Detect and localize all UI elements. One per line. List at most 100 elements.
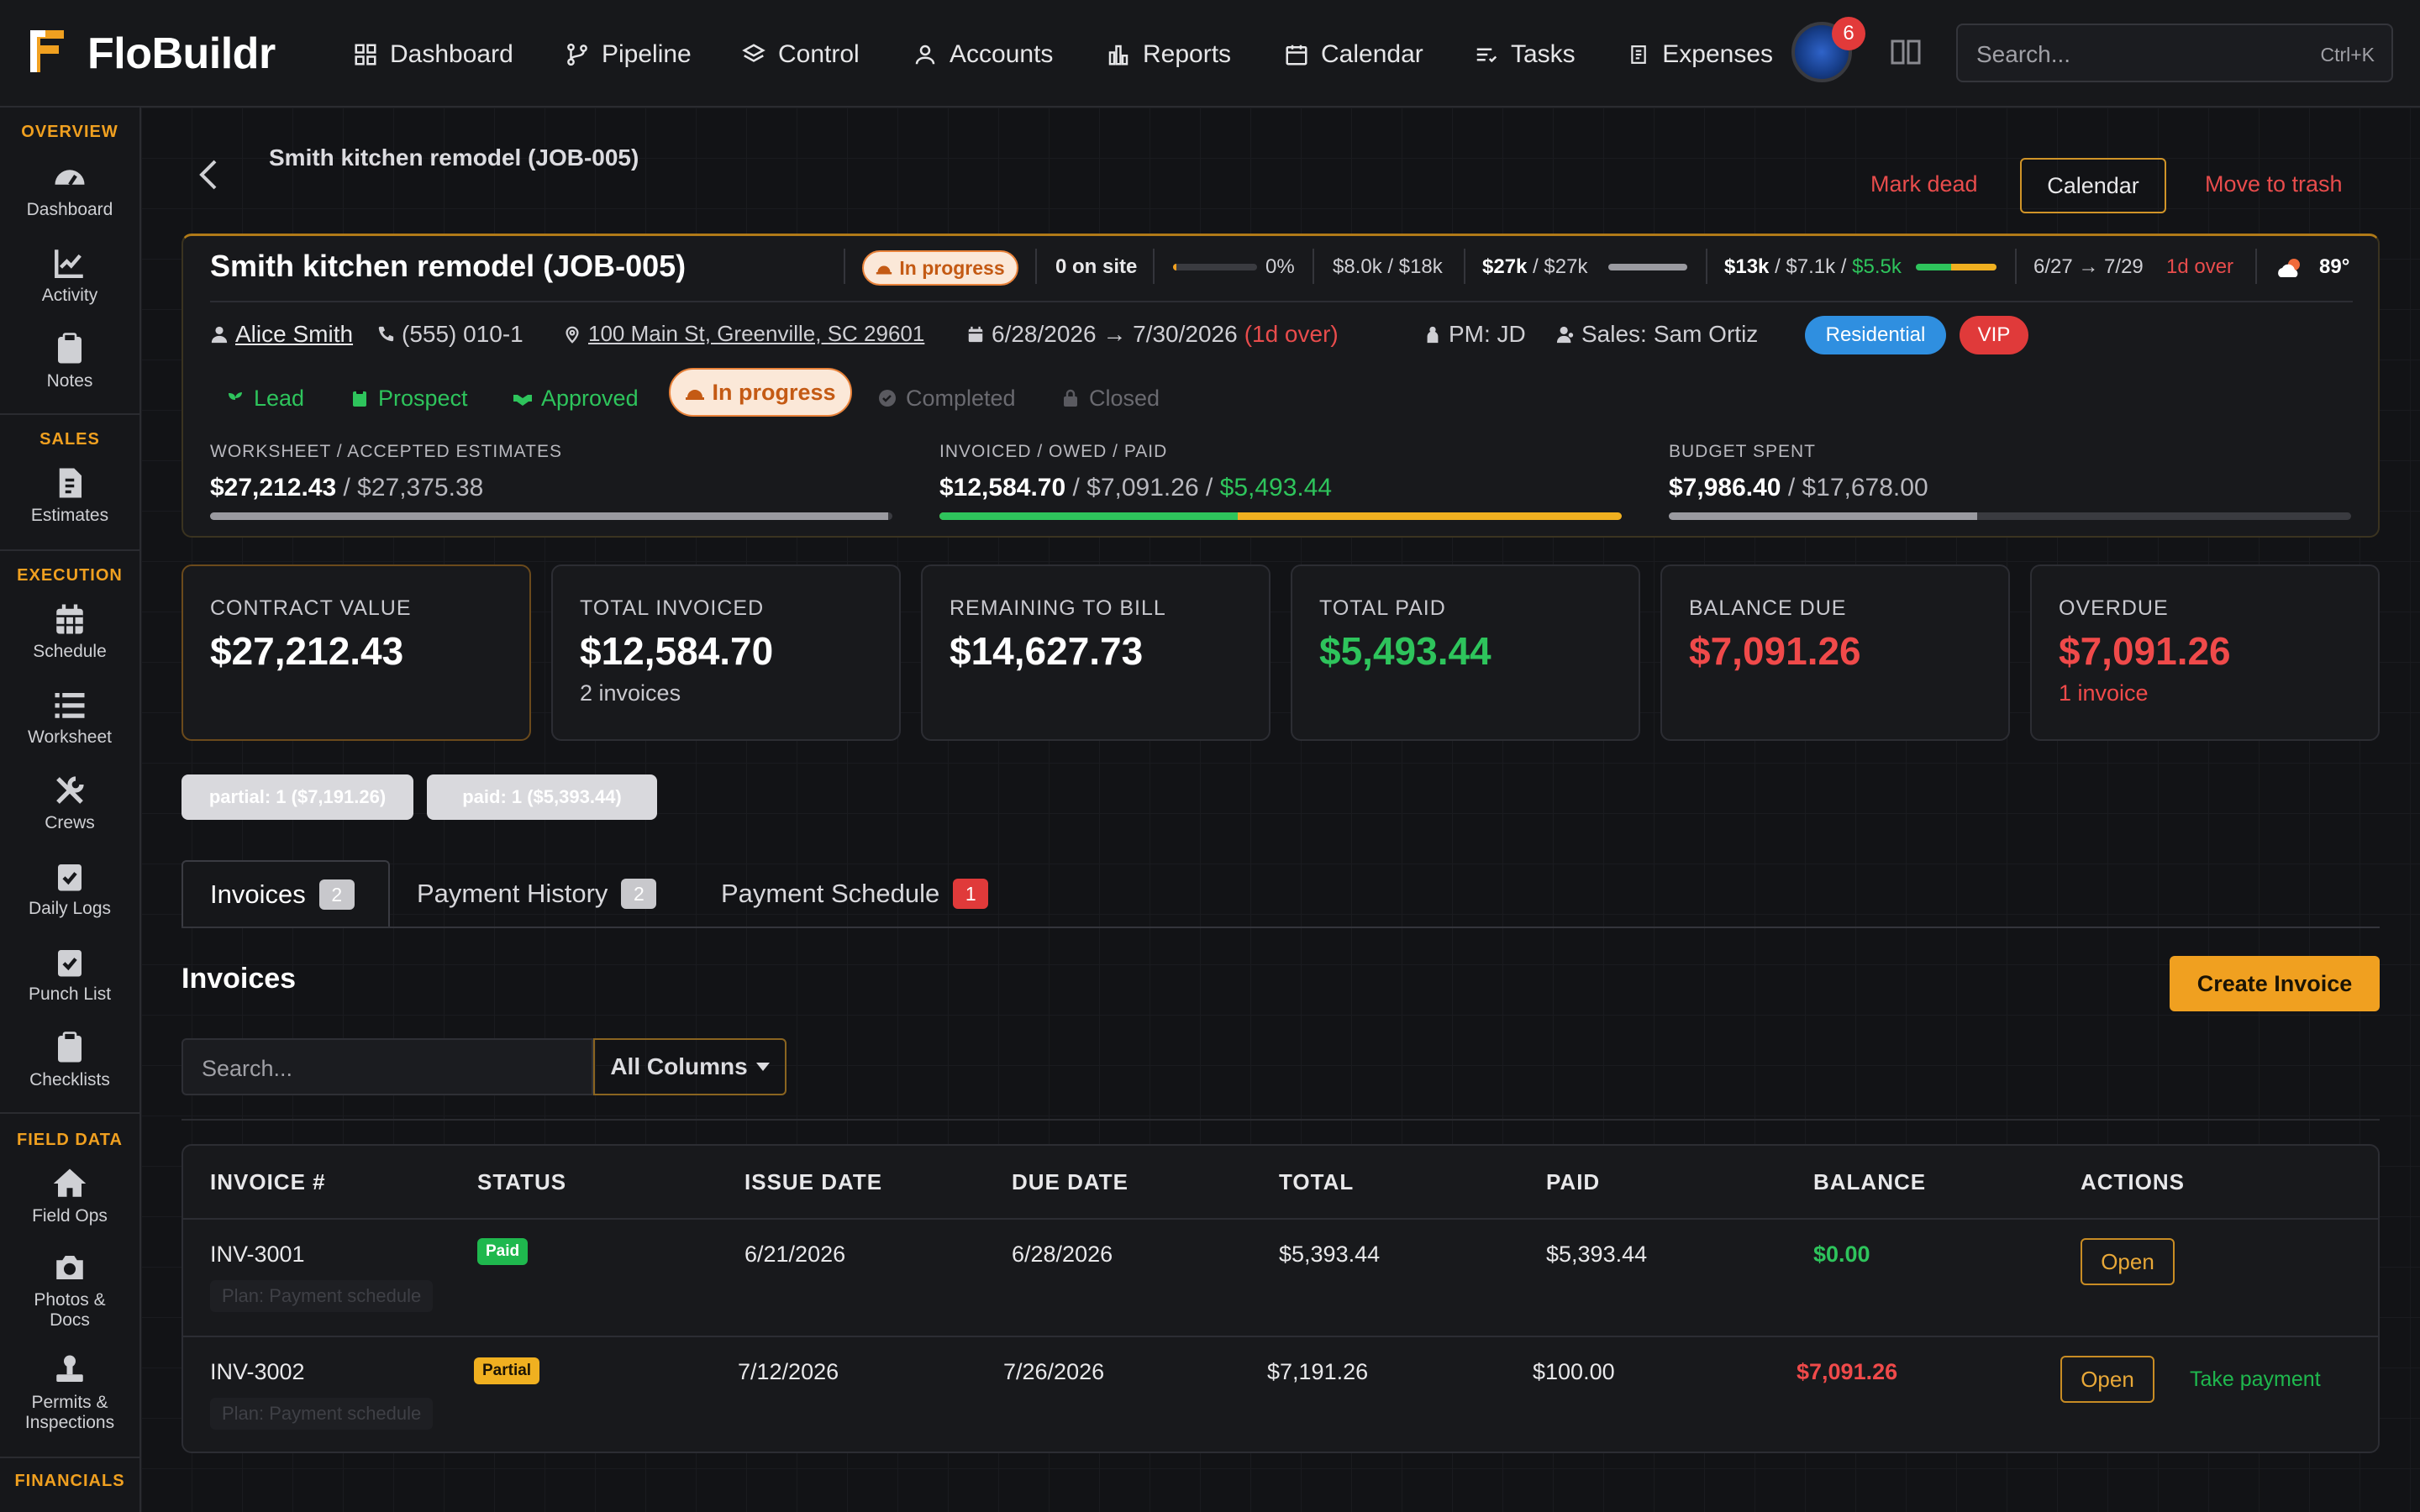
stage-label: Prospect (378, 385, 468, 411)
sidebar-item-worksheet[interactable]: Worksheet (0, 687, 139, 748)
stage-lead[interactable]: Lead (225, 378, 304, 418)
column-header[interactable]: DUE DATE (1012, 1169, 1128, 1195)
tag-vip[interactable]: VIP (1960, 316, 2028, 354)
sidebar-item-checklists[interactable]: Checklists (0, 1030, 139, 1090)
sidebar-divider (0, 1457, 139, 1458)
sidebar-item-estimates[interactable]: Estimates (0, 465, 139, 526)
column-header[interactable]: TOTAL (1279, 1169, 1354, 1195)
pipeline-icon (567, 43, 587, 66)
tag-residential[interactable]: Residential (1805, 316, 1946, 354)
worksheet-bar (1608, 264, 1687, 270)
column-header[interactable]: PAID (1546, 1169, 1600, 1195)
stage-closed[interactable]: Closed (1060, 378, 1160, 418)
handshake-icon (513, 395, 532, 406)
move-to-trash-button[interactable]: Move to trash (2205, 171, 2343, 197)
nav-calendar[interactable]: Calendar (1284, 34, 1423, 76)
nav-tasks[interactable]: Tasks (1474, 34, 1576, 76)
global-search-input[interactable] (1975, 37, 2297, 72)
invoice-number[interactable]: INV-3002 (210, 1359, 305, 1385)
address-link[interactable]: 100 Main St, Greenville, SC 29601 (563, 321, 924, 347)
sidebar-item-notes[interactable]: Notes (0, 331, 139, 391)
sidebar-item-dashboard[interactable]: Dashboard (0, 160, 139, 220)
sidebar-item-daily-logs[interactable]: Daily Logs (0, 858, 139, 919)
job-title: Smith kitchen remodel (JOB-005) (210, 249, 687, 283)
sidebar-item-label: Checklists (29, 1070, 110, 1089)
card-value: $14,627.73 (950, 629, 1144, 673)
phone-link[interactable]: (555) 010-1 (376, 321, 523, 348)
mark-dead-button[interactable]: Mark dead (1870, 171, 1978, 197)
clipboard-icon (58, 1032, 82, 1063)
clipboard-check-icon (58, 950, 82, 977)
column-filter-select[interactable]: All Columns (593, 1038, 786, 1095)
open-invoice-button[interactable]: Open (2081, 1238, 2175, 1285)
invoiced-progress-bar (939, 512, 1622, 520)
back-chevron-icon[interactable] (198, 158, 218, 192)
tab-payment-history[interactable]: Payment History 2 (417, 860, 657, 927)
phone-number: (555) 010-1 (402, 321, 523, 347)
card-total-invoiced[interactable]: TOTAL INVOICED $12,584.70 2 invoices (551, 564, 901, 741)
status-badge[interactable]: In progress (862, 250, 1018, 286)
map-pin-icon (566, 326, 579, 344)
customer-link[interactable]: Alice Smith (210, 321, 353, 348)
stage-approved[interactable]: Approved (513, 378, 639, 418)
stage-completed[interactable]: Completed (877, 378, 1016, 418)
open-invoice-button[interactable]: Open (2060, 1356, 2154, 1403)
stage-label: In progress (712, 379, 836, 405)
tab-payment-schedule[interactable]: Payment Schedule 1 (721, 860, 989, 927)
sidebar-item-crews[interactable]: Crews (0, 773, 139, 833)
tab-invoices[interactable]: Invoices 2 (182, 860, 390, 927)
filter-chip-paid[interactable]: paid: 1 ($5,393.44) (427, 774, 657, 820)
calendar-icon (1286, 45, 1307, 66)
card-contract-value[interactable]: CONTRACT VALUE $27,212.43 (182, 564, 531, 741)
sidebar-item-permits[interactable]: Permits & Inspections (0, 1352, 139, 1433)
nav-accounts[interactable]: Accounts (913, 34, 1053, 76)
sidebar-item-photos-docs[interactable]: Photos & Docs (0, 1250, 139, 1331)
sidebar-item-schedule[interactable]: Schedule (0, 601, 139, 662)
sidebar-section-overview: OVERVIEW (21, 123, 118, 141)
hardhat-icon (686, 390, 705, 400)
invoice-number[interactable]: INV-3001 (210, 1242, 305, 1268)
clipboard-icon (353, 390, 366, 407)
user-tie-icon (1556, 326, 1574, 344)
nav-reports[interactable]: Reports (1106, 34, 1231, 76)
create-invoice-button[interactable]: Create Invoice (2170, 956, 2380, 1011)
activity-icon (55, 249, 83, 278)
brand-name[interactable]: FloBuildr (87, 29, 276, 79)
sidebar-item-punch-list[interactable]: Punch List (0, 944, 139, 1005)
card-total-paid[interactable]: TOTAL PAID $5,493.44 (1291, 564, 1640, 741)
sidebar-item-field-ops[interactable]: Field Ops (0, 1166, 139, 1226)
filter-chip-partial[interactable]: partial: 1 ($7,191.26) (182, 774, 413, 820)
column-filter-value: All Columns (610, 1053, 748, 1079)
calendar-button[interactable]: Calendar (2020, 158, 2166, 213)
sidebar-item-activity[interactable]: Activity (0, 245, 139, 306)
divider (2015, 249, 2017, 284)
budget-total: / $17,678.00 (1787, 474, 1928, 501)
column-header[interactable]: STATUS (477, 1169, 566, 1195)
take-payment-link[interactable]: Take payment (2190, 1368, 2321, 1392)
stage-in-progress[interactable]: In progress (669, 368, 852, 417)
nav-pipeline[interactable]: Pipeline (565, 34, 692, 76)
column-header[interactable]: BALANCE (1813, 1169, 1926, 1195)
nav-control[interactable]: Control (741, 34, 860, 76)
sidebar-item-label: Field Ops (32, 1206, 108, 1226)
card-balance-due[interactable]: BALANCE DUE $7,091.26 (1660, 564, 2010, 741)
invoice-search-input[interactable] (200, 1052, 573, 1085)
tab-label: Invoices (210, 879, 306, 909)
clipboard-check-icon (58, 864, 82, 891)
customer-name: Alice Smith (235, 321, 354, 347)
divider (1035, 249, 1037, 284)
sidebar-item-label: Schedule (33, 642, 107, 661)
stage-prospect[interactable]: Prospect (350, 378, 468, 418)
invoice-search[interactable] (182, 1038, 593, 1095)
nav-dashboard[interactable]: Dashboard (353, 34, 513, 76)
worksheet-value: $27,212.43 (210, 474, 337, 501)
breadcrumb: Smith kitchen remodel (JOB-005) (269, 144, 639, 171)
flobuildr-logo-icon[interactable] (30, 30, 64, 72)
column-header[interactable]: INVOICE # (210, 1169, 326, 1195)
card-overdue[interactable]: OVERDUE $7,091.26 1 invoice (2030, 564, 2380, 741)
column-header[interactable]: ISSUE DATE (744, 1169, 882, 1195)
nav-expenses[interactable]: Expenses (1628, 34, 1773, 76)
card-remaining-to-bill[interactable]: REMAINING TO BILL $14,627.73 (921, 564, 1270, 741)
global-search[interactable]: Ctrl+K (1956, 24, 2393, 82)
book-icon[interactable] (1891, 39, 1921, 66)
